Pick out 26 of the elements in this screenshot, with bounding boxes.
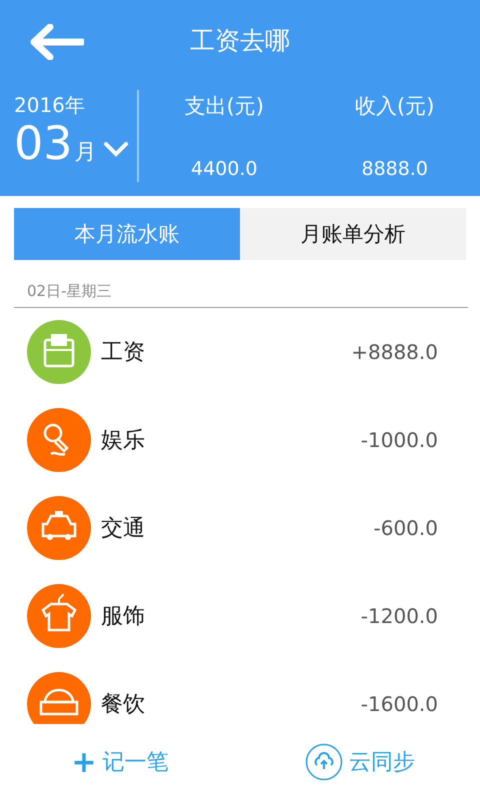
summary-label: 收入(元) [355,93,434,120]
cloud-upload-icon [305,743,343,781]
category-name: 娱乐 [101,427,146,455]
category-name: 工资 [101,339,146,367]
month-unit: 月 [74,139,97,167]
summary-value: 8888.0 [362,158,428,180]
category-name: 服饰 [101,603,146,631]
amount: -1600.0 [360,692,438,716]
cloud-sync-button[interactable]: 云同步 [305,743,415,781]
summary-label: 支出(元) [184,93,264,120]
tab[interactable]: 本月流水账 [14,208,240,260]
tab[interactable]: 月账单分析 [240,208,466,260]
date-header: 02日-星期三 [27,282,112,301]
add-record-button[interactable]: + 记一笔 [71,744,169,780]
summary-value: 4400.0 [191,158,258,180]
category-name: 餐饮 [101,691,146,719]
amount: -1000.0 [360,428,438,452]
category-name: 交通 [101,515,146,543]
amount: +8888.0 [351,340,438,364]
chevron-down-icon[interactable] [102,141,129,157]
month-number[interactable]: 03 [14,119,73,167]
amount: -600.0 [374,516,438,540]
screen-title: 工资去哪 [190,24,290,56]
amount: -1200.0 [360,604,438,628]
year-label: 2016年 [14,92,85,119]
back-arrow-icon[interactable] [28,24,84,60]
